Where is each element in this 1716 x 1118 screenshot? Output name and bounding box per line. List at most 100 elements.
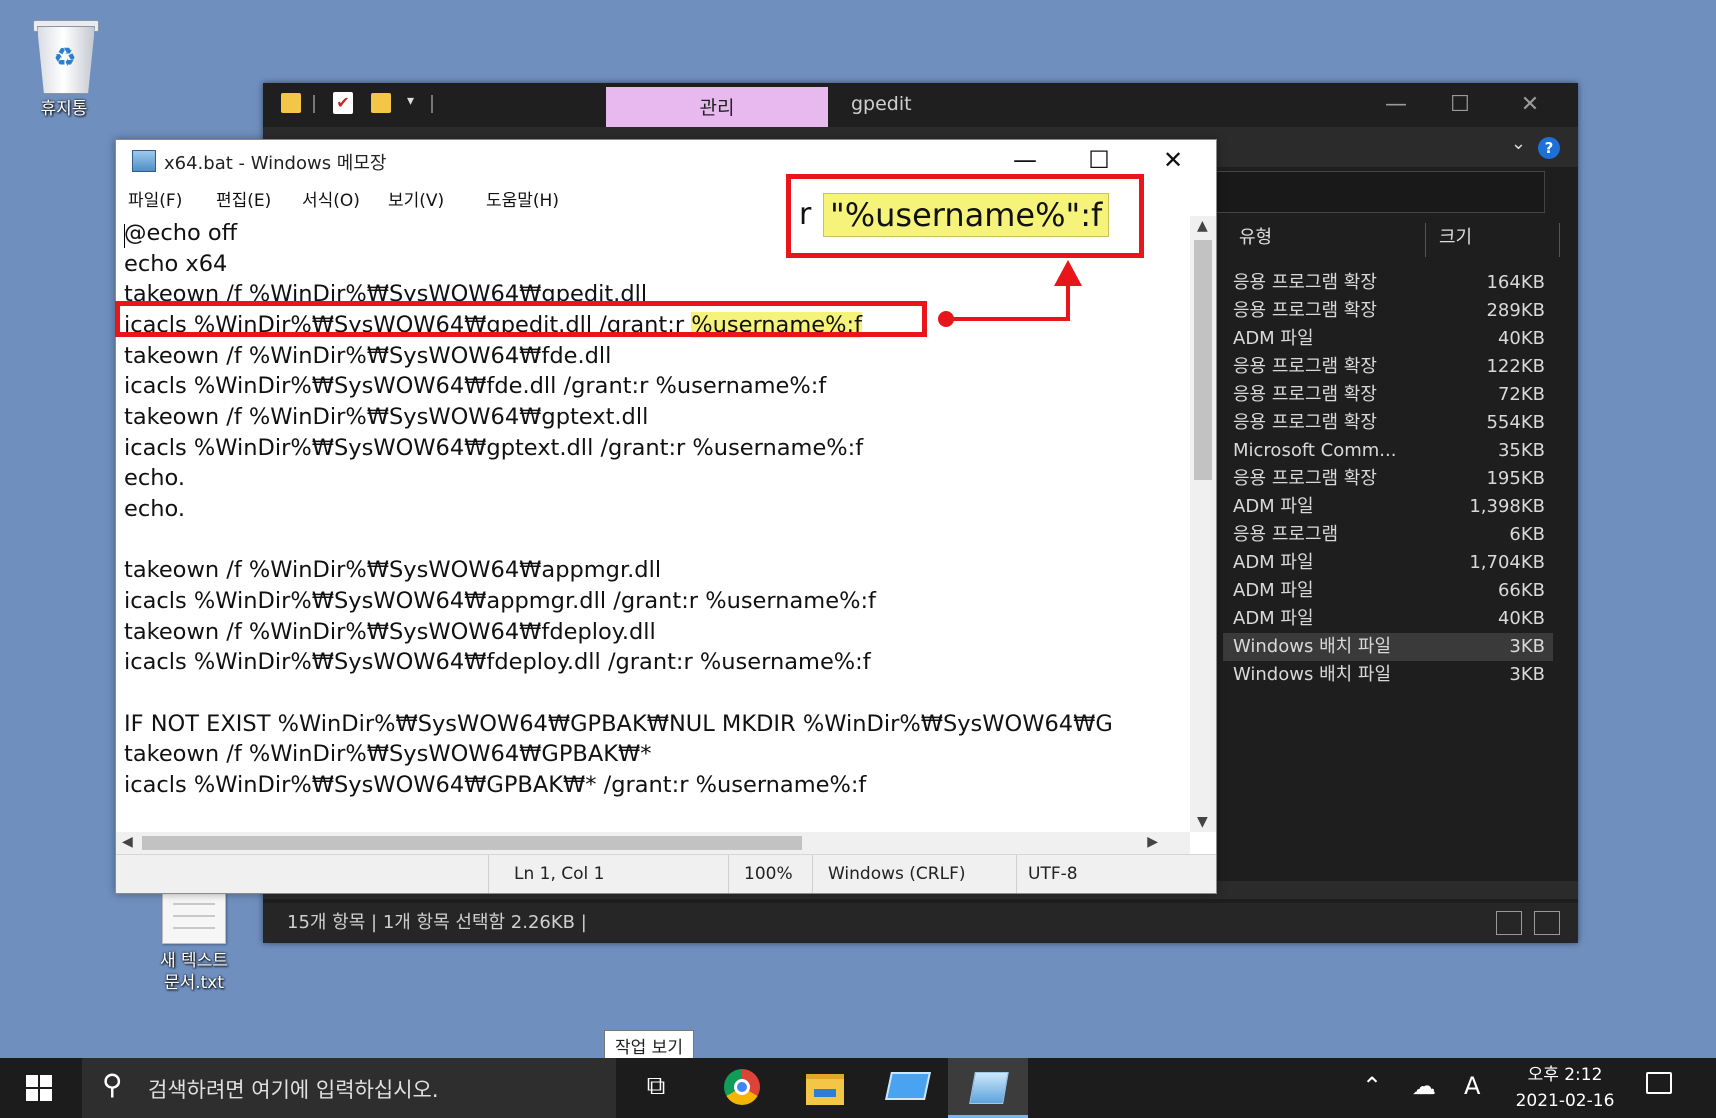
code-line: echo x64 — [124, 251, 228, 277]
list-item[interactable]: 응용 프로그램 확장 195KB — [1223, 465, 1553, 493]
list-item[interactable]: 응용 프로그램 확장 164KB — [1223, 269, 1553, 297]
column-header-size[interactable]: 크기 — [1439, 223, 1472, 249]
large-icons-view-icon[interactable] — [1534, 911, 1560, 935]
help-icon[interactable]: ? — [1538, 137, 1560, 159]
search-input[interactable] — [1213, 171, 1545, 213]
list-item[interactable]: 응용 프로그램 확장 289KB — [1223, 297, 1553, 325]
list-item[interactable]: ADM 파일 66KB — [1223, 577, 1553, 605]
chevron-up-icon[interactable]: ⌃ — [1362, 1072, 1382, 1100]
recycle-bin-icon: ♻ — [27, 14, 101, 94]
code-line: icacls %WinDir%₩SysWOW64₩gptext.dll /gra… — [124, 435, 864, 461]
taskbar-file-explorer[interactable] — [784, 1058, 864, 1118]
list-item[interactable]: Microsoft Comm... 35KB — [1223, 437, 1553, 465]
column-header-type[interactable]: 유형 — [1239, 223, 1272, 249]
toolbar-separator — [313, 95, 315, 113]
scroll-left-icon[interactable]: ◀ — [122, 834, 133, 850]
search-placeholder: 검색하려면 여기에 입력하십시오. — [148, 1078, 439, 1102]
cloud-icon[interactable]: ☁ — [1412, 1072, 1436, 1100]
list-item[interactable]: 응용 프로그램 확장 122KB — [1223, 353, 1553, 381]
code-line: icacls %WinDir%₩SysWOW64₩GPBAK₩* /grant:… — [124, 772, 867, 798]
code-line: takeown /f %WinDir%₩SysWOW64₩appmgr.dll — [124, 557, 662, 583]
explorer-minimize-button[interactable]: — — [1371, 89, 1421, 121]
code-line: icacls %WinDir%₩SysWOW64₩appmgr.dll /gra… — [124, 588, 876, 614]
clock-date: 2021-02-16 — [1515, 1091, 1615, 1111]
column-divider[interactable] — [1425, 223, 1426, 257]
recycle-bin-shortcut[interactable]: ♻ 휴지통 — [4, 14, 124, 120]
taskbar: ⚲ 검색하려면 여기에 입력하십시오. ⧉ ⌃ ☁ A 오후 2:12 2021… — [0, 1058, 1716, 1118]
menu-format[interactable]: 서식(O) — [302, 186, 360, 211]
explorer-status-text: 15개 항목 | 1개 항목 선택함 2.26KB | — [287, 912, 587, 933]
recycle-bin-label: 휴지통 — [40, 99, 88, 119]
task-view-button[interactable]: ⧉ — [618, 1058, 698, 1118]
code-line: echo. — [124, 496, 185, 522]
notepad-title: x64.bat - Windows 메모장 — [164, 153, 387, 174]
new-folder-icon[interactable] — [371, 93, 391, 113]
notepad-minimize-button[interactable]: — — [992, 142, 1058, 178]
quick-access-dropdown-icon[interactable]: ▾ — [407, 93, 414, 109]
vertical-scroll-thumb[interactable] — [1194, 240, 1212, 480]
annotation-arrow-head — [1054, 260, 1082, 286]
menu-view[interactable]: 보기(V) — [388, 186, 444, 211]
chevron-down-icon[interactable]: ⌄ — [1511, 133, 1526, 154]
taskbar-notepad[interactable] — [948, 1058, 1028, 1118]
code-line: takeown /f %WinDir%₩SysWOW64₩fde.dll — [124, 343, 612, 369]
scroll-up-icon[interactable]: ▲ — [1197, 218, 1208, 234]
ime-indicator[interactable]: A — [1464, 1072, 1480, 1100]
notepad-horizontal-scrollbar[interactable]: ◀ ▶ — [116, 832, 1190, 854]
notification-icon[interactable] — [1646, 1072, 1672, 1094]
line-ending: Windows (CRLF) — [828, 864, 966, 884]
list-item[interactable]: ADM 파일 40KB — [1223, 325, 1553, 353]
annotation-highlight-box — [115, 301, 927, 337]
explorer-statusbar: 15개 항목 | 1개 항목 선택함 2.26KB | — [263, 903, 1578, 943]
properties-icon[interactable]: ✔ — [333, 92, 353, 114]
taskbar-remote-desktop[interactable] — [866, 1058, 946, 1118]
notepad-icon — [969, 1072, 1009, 1104]
list-item[interactable]: 응용 프로그램 6KB — [1223, 521, 1553, 549]
explorer-close-button[interactable]: ✕ — [1505, 89, 1555, 121]
scroll-down-icon[interactable]: ▼ — [1197, 814, 1208, 830]
annotation-zoom-callout: r "%username%":f — [786, 174, 1144, 258]
list-item[interactable]: ADM 파일 1,398KB — [1223, 493, 1553, 521]
list-item[interactable]: ADM 파일 1,704KB — [1223, 549, 1553, 577]
notepad-close-button[interactable]: ✕ — [1140, 142, 1206, 178]
scroll-right-icon[interactable]: ▶ — [1147, 834, 1158, 850]
notepad-statusbar: Ln 1, Col 1 100% Windows (CRLF) UTF-8 — [116, 854, 1216, 893]
menu-edit[interactable]: 편집(E) — [216, 186, 271, 211]
explorer-maximize-button[interactable]: ☐ — [1435, 89, 1485, 121]
code-line: @echo off — [124, 220, 238, 246]
encoding: UTF-8 — [1028, 864, 1078, 884]
code-line: echo. — [124, 465, 185, 491]
list-item[interactable]: 응용 프로그램 확장 72KB — [1223, 381, 1553, 409]
menu-help[interactable]: 도움말(H) — [486, 186, 559, 211]
list-item[interactable]: Windows 배치 파일 3KB — [1223, 661, 1553, 689]
clock-time: 오후 2:12 — [1527, 1065, 1603, 1085]
task-view-tooltip: 작업 보기 — [604, 1030, 694, 1061]
clock[interactable]: 오후 2:12 2021-02-16 — [1500, 1062, 1630, 1114]
code-line: takeown /f %WinDir%₩SysWOW64₩gptext.dll — [124, 404, 649, 430]
notepad-icon — [132, 150, 156, 172]
task-view-icon: ⧉ — [646, 1071, 666, 1101]
chrome-icon — [724, 1069, 760, 1105]
code-line: icacls %WinDir%₩SysWOW64₩fde.dll /grant:… — [124, 373, 827, 399]
notepad-maximize-button[interactable]: ☐ — [1066, 142, 1132, 178]
annotation-arrow-line — [946, 317, 1070, 321]
windows-logo-icon — [26, 1075, 38, 1087]
search-icon: ⚲ — [102, 1068, 123, 1101]
taskbar-chrome[interactable] — [702, 1058, 782, 1118]
taskbar-search-input[interactable]: ⚲ 검색하려면 여기에 입력하십시오. — [82, 1058, 616, 1118]
list-item[interactable]: 응용 프로그램 확장 554KB — [1223, 409, 1553, 437]
list-item[interactable]: ADM 파일 40KB — [1223, 605, 1553, 633]
notepad-vertical-scrollbar[interactable]: ▲ ▼ — [1190, 216, 1216, 832]
explorer-window-title: gpedit — [851, 93, 912, 115]
text-file-shortcut[interactable]: 새 텍스트 문서.txt — [134, 880, 254, 994]
toolbar-separator — [431, 95, 433, 113]
column-divider[interactable] — [1559, 223, 1560, 257]
tab-manage[interactable]: 관리 — [606, 87, 828, 127]
horizontal-scroll-thumb[interactable] — [142, 836, 802, 850]
list-item-selected[interactable]: Windows 배치 파일 3KB — [1223, 633, 1553, 661]
cursor-position: Ln 1, Col 1 — [514, 864, 605, 884]
text-file-label-line2: 문서.txt — [163, 973, 225, 993]
menu-file[interactable]: 파일(F) — [128, 186, 182, 211]
details-view-icon[interactable] — [1496, 911, 1522, 935]
start-button[interactable] — [0, 1058, 80, 1118]
